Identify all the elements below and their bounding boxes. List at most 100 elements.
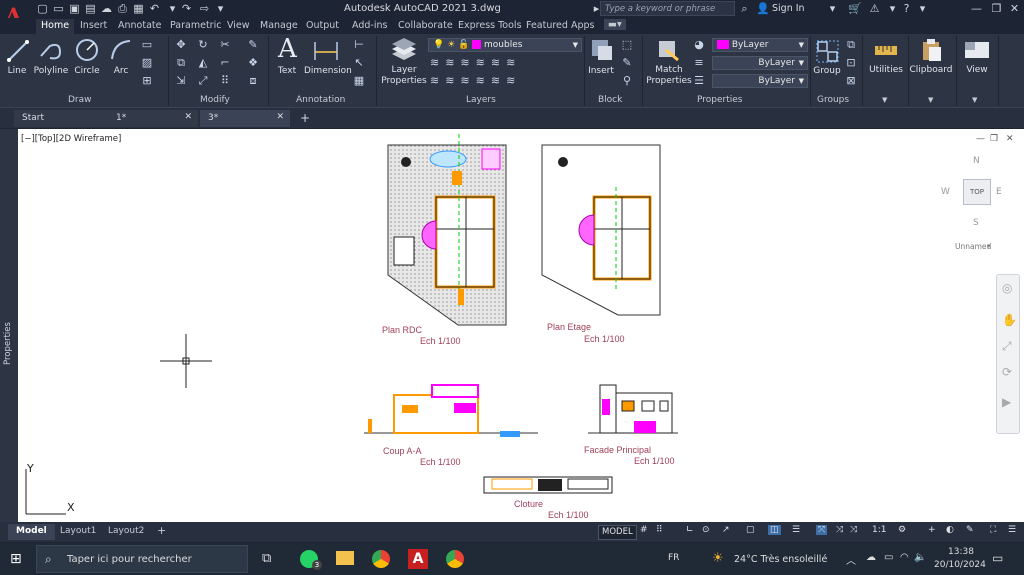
cloture-drawing[interactable] (483, 476, 613, 494)
scale-icon[interactable]: ⤢ (196, 74, 210, 88)
stretch-icon[interactable]: ⇲ (174, 74, 188, 88)
task-view-icon[interactable]: ⧉ (262, 551, 271, 566)
notifications-icon[interactable]: ▭ (992, 551, 1003, 565)
utilities-dropdown-icon[interactable]: ▼ (882, 96, 887, 104)
onedrive-icon[interactable]: ☁ (866, 552, 876, 563)
color-dropdown[interactable]: ByLayer ▼ (712, 38, 808, 52)
viewcube-south[interactable]: S (973, 218, 979, 228)
fillet-icon[interactable]: ⌐ (218, 56, 232, 70)
tab-view[interactable]: View (227, 20, 250, 31)
tab-overflow-icon[interactable]: ▬▾ (604, 19, 626, 30)
lineweight-icon[interactable]: ☰ (692, 74, 706, 88)
customize-icon[interactable]: ☰ (1008, 525, 1016, 535)
circle-icon[interactable] (74, 37, 100, 63)
undo-dropdown-icon[interactable]: ▾ (166, 2, 179, 15)
save-as-icon[interactable]: ▤ (84, 2, 97, 15)
user-icon[interactable]: 👤 (756, 2, 770, 15)
close-tab-icon[interactable]: ✕ (184, 112, 192, 122)
create-block-icon[interactable]: ⬚ (620, 38, 634, 52)
restore-icon[interactable]: ❐ (990, 2, 1003, 15)
ortho-icon[interactable]: ∟ (686, 525, 694, 535)
workspace-gear-icon[interactable]: ⚙ (898, 525, 906, 535)
polyline-icon[interactable] (38, 38, 64, 64)
cloud-icon[interactable]: ☁ (100, 2, 113, 15)
minimize-icon[interactable]: — (970, 2, 983, 15)
layer-dropdown[interactable]: 💡 ☀ 🔓 moubles ▼ (428, 38, 582, 52)
tab-parametric[interactable]: Parametric (170, 20, 221, 31)
edit-block-icon[interactable]: ✎ (620, 56, 634, 70)
steering-wheel-icon[interactable]: ◎ (1002, 281, 1012, 295)
exchange-icon[interactable]: ⚠ (868, 2, 881, 15)
wifi-icon[interactable]: ◠ (900, 552, 909, 563)
attribute-icon[interactable]: ⚲ (620, 74, 634, 88)
line-button[interactable]: Line (5, 66, 29, 76)
boundary-icon[interactable]: ⊞ (140, 74, 154, 88)
linetype-icon[interactable]: ≡ (692, 56, 706, 70)
language-indicator[interactable]: FR (668, 553, 679, 563)
new-layout-icon[interactable]: + (157, 524, 166, 537)
line-icon[interactable] (6, 38, 30, 64)
mirror-icon[interactable]: ◭ (196, 56, 210, 70)
viewcube-west[interactable]: W (941, 187, 950, 197)
chrome-icon[interactable] (372, 550, 390, 568)
rotate-icon[interactable]: ↻ (196, 38, 210, 52)
text-button[interactable]: Text (274, 66, 300, 76)
modify-panel-label[interactable]: Modify (200, 95, 230, 105)
circle-button[interactable]: Circle (72, 66, 102, 76)
grid-icon[interactable]: # (640, 525, 648, 535)
insert-button[interactable]: Insert (586, 66, 616, 76)
draw-panel-label[interactable]: Draw (68, 95, 92, 105)
explode-icon[interactable]: ❖ (246, 56, 260, 70)
close-icon[interactable]: ✕ (1008, 2, 1021, 15)
group-button[interactable]: Group (812, 66, 842, 76)
layer-properties-button[interactable]: Layer Properties (380, 65, 428, 87)
display-icon[interactable]: ▭ (884, 552, 893, 563)
tab-annotate[interactable]: Annotate (118, 20, 161, 31)
weather-text[interactable]: 24°C Très ensoleillé (734, 554, 827, 565)
tab-home[interactable]: Home (36, 19, 75, 34)
facade-drawing[interactable] (588, 384, 678, 434)
view-button[interactable]: View (960, 65, 994, 75)
viewcube-top-face[interactable]: TOP (963, 179, 991, 205)
clipboard-dropdown-icon[interactable]: ▼ (928, 96, 933, 104)
tab-collaborate[interactable]: Collaborate (398, 20, 453, 31)
dimension-icon[interactable] (312, 38, 340, 64)
save-icon[interactable]: ▣ (68, 2, 81, 15)
search-icon[interactable]: ⌕ (738, 2, 751, 15)
drawing-canvas[interactable]: [−][Top][2D Wireframe] Y X Plan RDC Ech … (18, 129, 1024, 522)
cart-icon[interactable]: 🛒 (848, 2, 862, 15)
layer-tools-row-2[interactable]: ≋≋≋≋≋≋ (430, 74, 521, 87)
plot-icon[interactable]: ▦ (132, 2, 145, 15)
open-file-icon[interactable]: ▭ (52, 2, 65, 15)
offset-icon[interactable]: ⧈ (246, 74, 260, 88)
help-dropdown-icon[interactable]: ▾ (916, 2, 929, 15)
linear-dim-icon[interactable]: ⊢ (352, 38, 366, 52)
erase-icon[interactable]: ✎ (246, 38, 260, 52)
viewcube-east[interactable]: E (996, 187, 1002, 197)
annotation-panel-label[interactable]: Annotation (296, 95, 345, 105)
close-tab-icon[interactable]: ✕ (276, 112, 284, 122)
layers-panel-label[interactable]: Layers (466, 95, 496, 105)
move-icon[interactable]: ✥ (174, 38, 188, 52)
match-properties-icon[interactable] (656, 38, 680, 62)
hardware-acceleration-icon[interactable]: ✎ (966, 525, 974, 535)
text-icon[interactable]: A (278, 34, 297, 64)
new-file-icon[interactable]: ▢ (36, 2, 49, 15)
group-icon[interactable] (816, 40, 840, 64)
insert-block-icon[interactable] (590, 38, 614, 62)
match-properties-button[interactable]: Match Properties (646, 65, 692, 87)
lineweight-dropdown[interactable]: ByLayer ▼ (712, 74, 808, 88)
view-icon[interactable] (964, 40, 990, 60)
view-dropdown-icon[interactable]: ▼ (972, 96, 977, 104)
properties-side-label[interactable]: Properties (3, 305, 15, 365)
color-wheel-icon[interactable]: ◕ (692, 38, 706, 52)
help-icon[interactable]: ? (900, 2, 913, 15)
lineweight-toggle-icon[interactable]: ☰ (792, 525, 800, 535)
zoom-extents-icon[interactable]: ⤢ (1002, 339, 1012, 354)
rectangle-icon[interactable]: ▭ (140, 38, 154, 52)
block-panel-label[interactable]: Block (598, 95, 622, 105)
object-snap-tracking-icon[interactable]: ◫ (768, 525, 781, 535)
polar-tracking-icon[interactable]: ⊙ (702, 525, 710, 535)
annotation-monitor-icon[interactable]: + (928, 525, 936, 535)
dimension-button[interactable]: Dimension (304, 66, 352, 76)
